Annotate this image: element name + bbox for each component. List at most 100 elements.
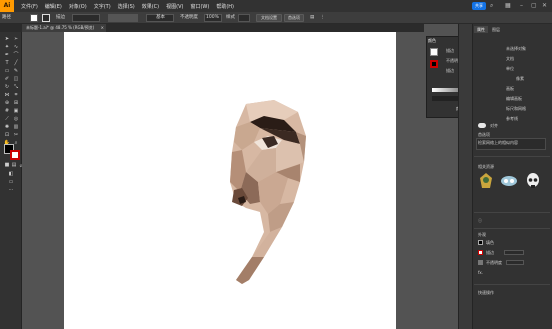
free-transform-tool-icon[interactable]: ⌗	[12, 92, 20, 99]
perspective-grid-tool-icon[interactable]: ⊞	[12, 100, 20, 107]
rotate-tool-icon[interactable]: ↻	[3, 84, 11, 91]
selection-tool-icon[interactable]: ➤	[3, 36, 11, 43]
panel-fill-swatch[interactable]	[430, 48, 438, 56]
blend-tool-icon[interactable]: ◎	[12, 116, 20, 123]
scale-tool-icon[interactable]: ⤡	[12, 84, 20, 91]
stroke-weight-field[interactable]	[72, 14, 100, 22]
appearance-fill-label: 填色	[486, 240, 494, 245]
menu-type[interactable]: 文字(T)	[94, 3, 111, 10]
brush-preset-value: 基本	[156, 15, 165, 20]
right-panel-text-6: 标尺和网格	[506, 106, 526, 111]
right-panel-text-8: 对齐	[490, 123, 498, 128]
low-poly-portrait-artwork[interactable]	[64, 32, 396, 329]
edit-toolbar-icon[interactable]: ⋯	[7, 187, 15, 194]
divider-2	[474, 212, 550, 213]
asset-3-graphic	[527, 173, 539, 188]
artboard-tool-icon[interactable]: ⊡	[3, 132, 11, 139]
menu-help[interactable]: 帮助(H)	[216, 3, 234, 10]
stroke-color-box[interactable]	[10, 150, 20, 160]
minimize-icon[interactable]: –	[520, 2, 523, 10]
stroke-label: 描边	[56, 15, 65, 20]
maximize-icon[interactable]: ▢	[531, 2, 537, 10]
direct-selection-tool-icon[interactable]: ➢	[12, 36, 20, 43]
arrange-icon[interactable]: ▦	[505, 2, 511, 10]
toggle-switch[interactable]	[478, 123, 486, 128]
style-label: 样式	[226, 15, 235, 20]
right-panel-text-4: 画板	[506, 86, 514, 91]
right-panel-text-1: 文档	[506, 56, 514, 61]
stroke-weight-input[interactable]	[504, 250, 524, 255]
menu-view[interactable]: 视图(V)	[166, 3, 183, 10]
share-button[interactable]: 共享	[472, 2, 486, 10]
line-tool-icon[interactable]: ╱	[12, 60, 20, 67]
color-panel-title[interactable]: 颜色	[428, 38, 436, 44]
properties-tab[interactable]: 属性	[474, 26, 488, 33]
menu-object[interactable]: 对象(O)	[69, 3, 87, 10]
menu-effect[interactable]: 效果(C)	[142, 3, 159, 10]
curvature-tool-icon[interactable]: ⌒	[12, 52, 20, 59]
column-graph-tool-icon[interactable]: ▥	[12, 124, 20, 131]
stroke-swatch[interactable]	[42, 14, 50, 22]
menu-bar: Ai 文件(F) 编辑(E) 对象(O) 文字(T) 选择(S) 效果(C) 视…	[0, 0, 552, 12]
rectangle-tool-icon[interactable]: ▭	[3, 68, 11, 75]
screen-mode-icon[interactable]: ▭	[7, 179, 15, 186]
divider	[474, 156, 550, 157]
color-panel-label-stroke-2: 描边	[446, 68, 454, 73]
menu-window[interactable]: 窗口(W)	[190, 3, 209, 10]
pen-tool-icon[interactable]: ✒	[3, 52, 11, 59]
eyedropper-tool-icon[interactable]: ⟋	[3, 116, 11, 123]
lasso-tool-icon[interactable]: ∿	[12, 44, 20, 51]
document-tab[interactable]: 未标题-1.ai* @ 48.75 % (RGB/预览) ×	[22, 24, 106, 32]
eraser-tool-icon[interactable]: ◫	[12, 76, 20, 83]
quick-actions-label: 快速操作	[478, 290, 494, 295]
asset-1-graphic	[480, 173, 492, 188]
gradient-tool-icon[interactable]: ▣	[12, 108, 20, 115]
appearance-stroke-swatch[interactable]	[478, 250, 483, 255]
fx-icon[interactable]: fx.	[478, 270, 483, 276]
arrange-documents-icon[interactable]: ▤	[310, 14, 314, 22]
menu-select[interactable]: 选择(S)	[118, 3, 135, 10]
close-icon[interactable]: ✕	[542, 2, 547, 10]
document-tab-title: 未标题-1.ai* @ 48.75 % (RGB/预览)	[26, 25, 95, 30]
draw-mode-icon[interactable]: ◧	[7, 171, 15, 178]
appearance-opacity-icon	[478, 260, 483, 265]
paintbrush-tool-icon[interactable]: ✎	[12, 68, 20, 75]
search-icon[interactable]: ⌕	[490, 2, 493, 10]
opacity-input[interactable]	[506, 260, 524, 265]
app-logo: Ai	[0, 0, 14, 12]
tools-panel: ➤ ➢ ✦ ∿ ✒ ⌒ T ╱ ▭ ✎ ✐ ◫ ↻ ⤡ ⋈ ⌗ ⊕ ⊞ # ▣ …	[0, 32, 23, 329]
type-tool-icon[interactable]: T	[3, 60, 11, 67]
appearance-fill-swatch[interactable]	[478, 240, 483, 245]
more-options-icon[interactable]: ⋮	[320, 14, 325, 22]
shape-builder-tool-icon[interactable]: ⊕	[3, 100, 11, 107]
fill-swatch[interactable]	[30, 14, 38, 22]
slice-tool-icon[interactable]: ✂	[12, 132, 20, 139]
menu-edit[interactable]: 编辑(E)	[45, 3, 62, 10]
width-tool-icon[interactable]: ⋈	[3, 92, 11, 99]
right-panel-text-3: 像素	[516, 76, 524, 81]
variable-width-profile[interactable]	[108, 14, 138, 22]
opacity-value: 100%	[206, 15, 219, 20]
right-panel-text-0: 未选择对象	[506, 46, 526, 51]
appearance-heading: 外观	[478, 232, 486, 237]
divider-4	[474, 284, 550, 285]
menu-file[interactable]: 文件(F)	[21, 3, 38, 10]
asset-2-graphic	[501, 176, 517, 186]
panel-stroke-swatch[interactable]	[430, 60, 438, 68]
document-setup-button[interactable]: 文档设置	[256, 14, 282, 22]
right-panel-text-5: 编辑画板	[506, 96, 522, 101]
symbol-sprayer-tool-icon[interactable]: ✺	[3, 124, 11, 131]
close-tab-icon[interactable]: ×	[101, 24, 104, 32]
info-icon[interactable]: ⓘ	[478, 218, 482, 224]
asset-thumbnail-1[interactable]	[478, 172, 494, 190]
right-panel-text-7: 参考线	[506, 116, 518, 121]
magic-wand-tool-icon[interactable]: ✦	[3, 44, 11, 51]
asset-thumbnail-2[interactable]	[500, 174, 518, 188]
artboard[interactable]	[64, 32, 396, 329]
graphic-style-swatch[interactable]	[238, 14, 250, 22]
layers-tab[interactable]: 图层	[492, 27, 500, 33]
preferences-button[interactable]: 首选项	[284, 14, 304, 22]
asset-thumbnail-3[interactable]	[526, 172, 540, 190]
shaper-tool-icon[interactable]: ✐	[3, 76, 11, 83]
mesh-tool-icon[interactable]: #	[3, 108, 11, 115]
